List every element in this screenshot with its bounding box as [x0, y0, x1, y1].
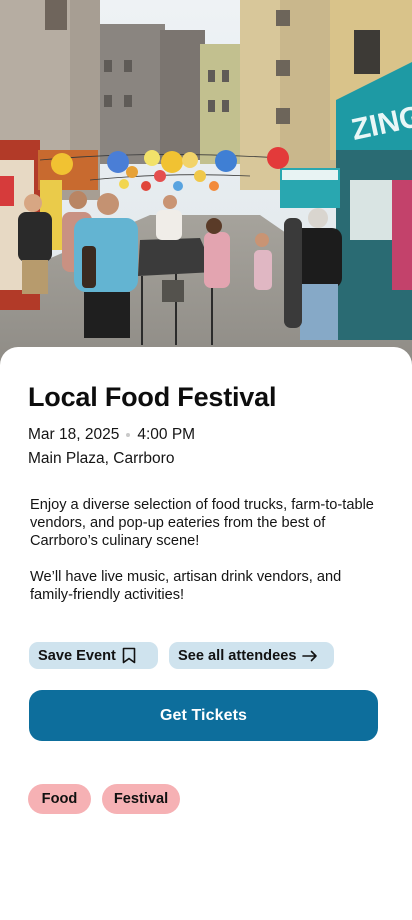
event-location: Main Plaza, Carrboro — [28, 450, 175, 467]
hero-image: ZING — [0, 0, 412, 365]
event-time: 4:00 PM — [137, 426, 196, 443]
description-paragraph: Enjoy a diverse selection of food trucks… — [30, 497, 374, 549]
separator-dot — [126, 433, 131, 437]
event-description: Enjoy a diverse selection of food trucks… — [30, 496, 380, 622]
event-title: Local Food Festival — [28, 382, 277, 412]
save-event-label: Save Event — [38, 647, 116, 664]
arrow-right-icon — [302, 650, 318, 662]
get-tickets-button[interactable]: Get Tickets — [29, 690, 378, 741]
tag-food[interactable]: Food — [28, 784, 91, 814]
bookmark-icon — [122, 647, 136, 664]
event-datetime: Mar 18, 2025 4:00 PM — [28, 426, 195, 444]
save-event-button[interactable]: Save Event — [29, 642, 158, 669]
see-all-attendees-button[interactable]: See all attendees — [169, 642, 334, 669]
tag-festival[interactable]: Festival — [102, 784, 180, 814]
see-all-attendees-label: See all attendees — [178, 647, 297, 664]
description-paragraph: We’ll have live music, artisan drink ven… — [30, 569, 342, 603]
event-date: Mar 18, 2025 — [28, 426, 120, 443]
